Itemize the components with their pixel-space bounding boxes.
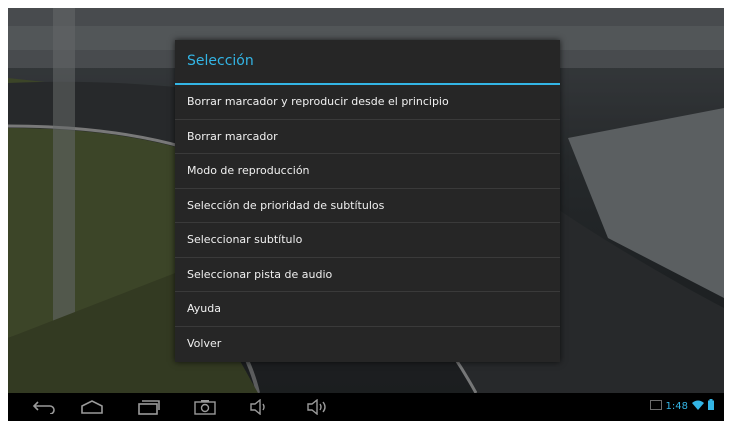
menu-item-select-audio-track[interactable]: Seleccionar pista de audio bbox=[175, 258, 560, 292]
volume-up-icon[interactable] bbox=[303, 397, 335, 417]
dialog-title: Selección bbox=[187, 53, 254, 69]
recent-apps-icon[interactable] bbox=[135, 397, 163, 417]
screenshot-icon[interactable] bbox=[191, 397, 219, 417]
notification-icon bbox=[649, 399, 662, 413]
menu-item-back[interactable]: Volver bbox=[175, 327, 560, 361]
selection-dialog: Selección Borrar marcador y reproducir d… bbox=[175, 40, 560, 362]
clock-time: 1:48 bbox=[665, 400, 688, 412]
menu-item-select-subtitle[interactable]: Seleccionar subtítulo bbox=[175, 223, 560, 258]
status-area[interactable]: 1:48 bbox=[649, 399, 714, 413]
menu-item-playback-mode[interactable]: Modo de reproducción bbox=[175, 154, 560, 189]
selection-menu: Borrar marcador y reproducir desde el pr… bbox=[175, 85, 560, 360]
wifi-icon bbox=[692, 400, 704, 413]
home-icon[interactable] bbox=[78, 397, 106, 417]
volume-down-icon[interactable] bbox=[246, 397, 274, 417]
menu-item-clear-bookmark[interactable]: Borrar marcador bbox=[175, 120, 560, 154]
back-icon[interactable] bbox=[30, 397, 58, 417]
menu-item-help[interactable]: Ayuda bbox=[175, 292, 560, 327]
device-screen: Selección Borrar marcador y reproducir d… bbox=[8, 8, 724, 421]
menu-item-subtitle-priority[interactable]: Selección de prioridad de subtítulos bbox=[175, 189, 560, 223]
system-navigation-bar: 1:48 bbox=[8, 393, 724, 421]
battery-icon bbox=[708, 399, 714, 413]
menu-item-clear-bookmark-restart[interactable]: Borrar marcador y reproducir desde el pr… bbox=[175, 85, 560, 120]
